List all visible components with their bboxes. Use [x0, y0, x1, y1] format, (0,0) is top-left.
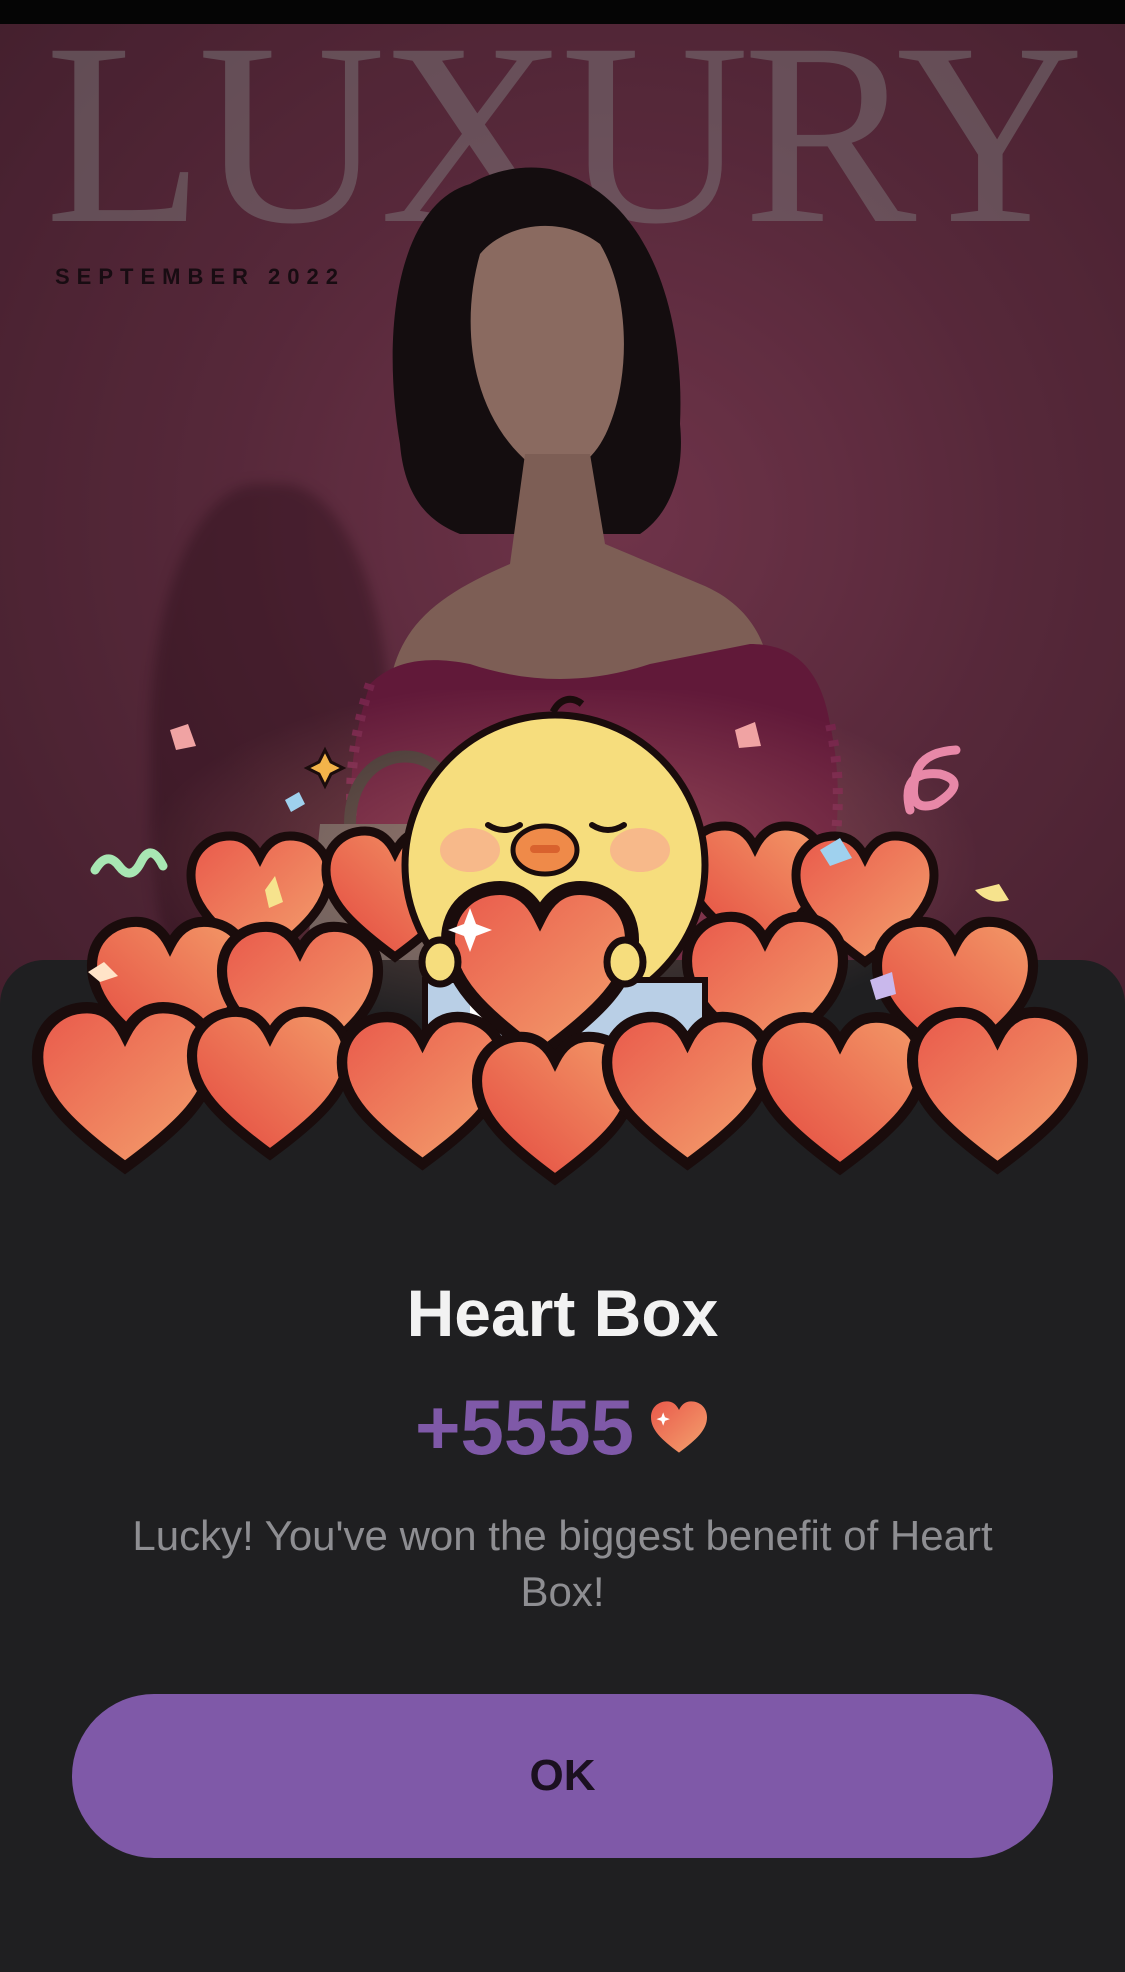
- heart-box-illustration: [0, 690, 1125, 1210]
- dialog-title: Heart Box: [406, 1276, 719, 1350]
- ok-button[interactable]: OK: [72, 1694, 1053, 1858]
- reward-message: Lucky! You've won the biggest benefit of…: [132, 1512, 993, 1615]
- reward-amount: +5555: [414, 1383, 635, 1471]
- heart-icon: [651, 1401, 708, 1453]
- reward-amount-row: +5555: [0, 1382, 1125, 1473]
- status-bar-strip: [0, 0, 1125, 24]
